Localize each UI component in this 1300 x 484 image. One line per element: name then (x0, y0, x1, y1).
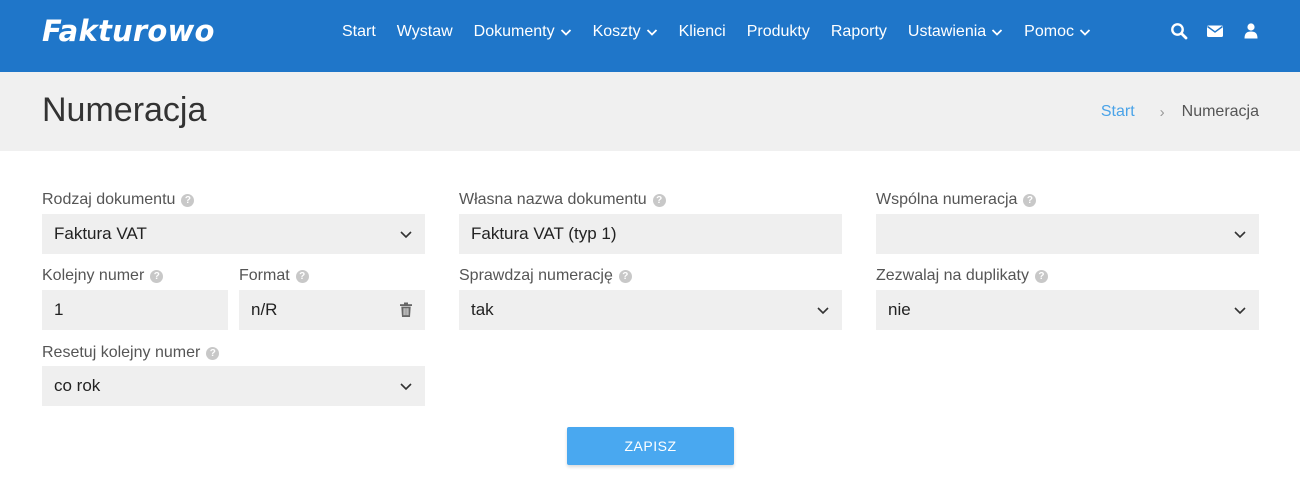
main-nav: Start Wystaw Dokumenty Koszty Klienci Pr… (342, 22, 1112, 42)
help-icon[interactable]: ? (181, 193, 195, 207)
save-button[interactable]: ZAPISZ (567, 427, 734, 465)
nav-item-wystaw[interactable]: Wystaw (397, 23, 453, 41)
breadcrumb-home-link[interactable]: Start (1101, 103, 1135, 121)
chevron-down-icon (400, 231, 412, 239)
sprawdzaj-numeracje-label: Sprawdzaj numerację? (459, 267, 632, 285)
help-icon[interactable]: ? (618, 269, 632, 283)
nav-item-label: Wystaw (396, 23, 453, 40)
select-value: nie (888, 300, 911, 319)
logo[interactable]: Fakturowo (42, 14, 215, 48)
help-icon[interactable]: ? (1034, 269, 1048, 283)
rodzaj-dokumentu-label: Rodzaj dokumentu? (42, 191, 195, 209)
format-label: Format? (239, 267, 309, 285)
input-value: 1 (54, 300, 64, 319)
kolejny-numer-input[interactable]: 1 (42, 290, 228, 330)
chevron-down-icon (992, 29, 1003, 36)
input-value: n/R (251, 300, 278, 319)
breadcrumb: Start › Numeracja (1101, 103, 1259, 121)
nav-item-koszty[interactable]: Koszty (593, 23, 658, 41)
select-value: tak (471, 300, 494, 319)
chevron-down-icon (1234, 307, 1246, 315)
nav-item-label: Start (342, 23, 376, 40)
label-text: Sprawdzaj numerację (459, 267, 613, 284)
help-icon[interactable]: ? (206, 346, 220, 360)
select-value: co rok (54, 376, 101, 395)
kolejny-numer-label: Kolejny numer? (42, 267, 164, 285)
nav-item-label: Pomoc (1024, 23, 1074, 40)
label-text: Zezwalaj na duplikaty (876, 267, 1029, 284)
resetuj-numer-select[interactable]: co rok (42, 366, 425, 406)
top-navbar: Fakturowo Start Wystaw Dokumenty Koszty … (0, 0, 1300, 72)
wspolna-numeracja-label: Wspólna numeracja? (876, 191, 1037, 209)
sprawdzaj-numeracje-select[interactable]: tak (459, 290, 842, 330)
chevron-down-icon (400, 383, 412, 391)
input-value: Faktura VAT (typ 1) (471, 224, 617, 243)
rodzaj-dokumentu-select[interactable]: Faktura VAT (42, 214, 425, 254)
user-icon[interactable] (1242, 22, 1260, 40)
zezwalaj-duplikaty-label: Zezwalaj na duplikaty? (876, 267, 1048, 285)
nav-item-klienci[interactable]: Klienci (679, 23, 726, 41)
label-text: Wspólna numeracja (876, 191, 1018, 208)
search-icon[interactable] (1170, 22, 1188, 40)
page-header: Numeracja Start › Numeracja (0, 72, 1300, 151)
help-icon[interactable]: ? (652, 193, 666, 207)
chevron-down-icon (560, 29, 571, 36)
nav-item-label: Koszty (592, 23, 641, 40)
nav-icons (1152, 22, 1260, 40)
nav-item-label: Dokumenty (473, 23, 555, 40)
label-text: Kolejny numer (42, 267, 145, 284)
nav-item-label: Klienci (678, 23, 726, 40)
nav-item-label: Ustawienia (907, 23, 987, 40)
page-title: Numeracja (42, 91, 207, 129)
nav-item-dokumenty[interactable]: Dokumenty (474, 23, 572, 41)
nav-item-raporty[interactable]: Raporty (831, 23, 887, 41)
chevron-down-icon (1079, 29, 1091, 36)
chevron-down-icon (1234, 231, 1246, 239)
resetuj-numer-label: Resetuj kolejny numer? (42, 344, 220, 362)
nav-item-produkty[interactable]: Produkty (747, 23, 810, 41)
zezwalaj-duplikaty-select[interactable]: nie (876, 290, 1259, 330)
select-value: Faktura VAT (54, 224, 147, 243)
label-text: Własna nazwa dokumentu (459, 191, 647, 208)
label-text: Rodzaj dokumentu (42, 191, 176, 208)
chevron-down-icon (646, 29, 657, 36)
wspolna-numeracja-select[interactable] (876, 214, 1259, 254)
wlasna-nazwa-label: Własna nazwa dokumentu? (459, 191, 666, 209)
breadcrumb-separator: › (1159, 103, 1165, 121)
help-icon[interactable]: ? (150, 269, 164, 283)
label-text: Format (239, 267, 290, 284)
wlasna-nazwa-input[interactable]: Faktura VAT (typ 1) (459, 214, 842, 254)
nav-item-pomoc[interactable]: Pomoc (1024, 23, 1091, 41)
help-icon[interactable]: ? (295, 269, 309, 283)
help-icon[interactable]: ? (1023, 193, 1037, 207)
nav-item-label: Produkty (746, 23, 810, 40)
nav-item-start[interactable]: Start (342, 23, 376, 41)
nav-item-label: Raporty (830, 23, 887, 40)
label-text: Resetuj kolejny numer (42, 344, 201, 361)
envelope-icon[interactable] (1206, 22, 1224, 40)
chevron-down-icon (817, 307, 829, 315)
trash-icon[interactable] (399, 302, 413, 318)
format-input[interactable]: n/R (239, 290, 425, 330)
nav-item-ustawienia[interactable]: Ustawienia (908, 23, 1003, 41)
breadcrumb-current: Numeracja (1181, 103, 1259, 120)
